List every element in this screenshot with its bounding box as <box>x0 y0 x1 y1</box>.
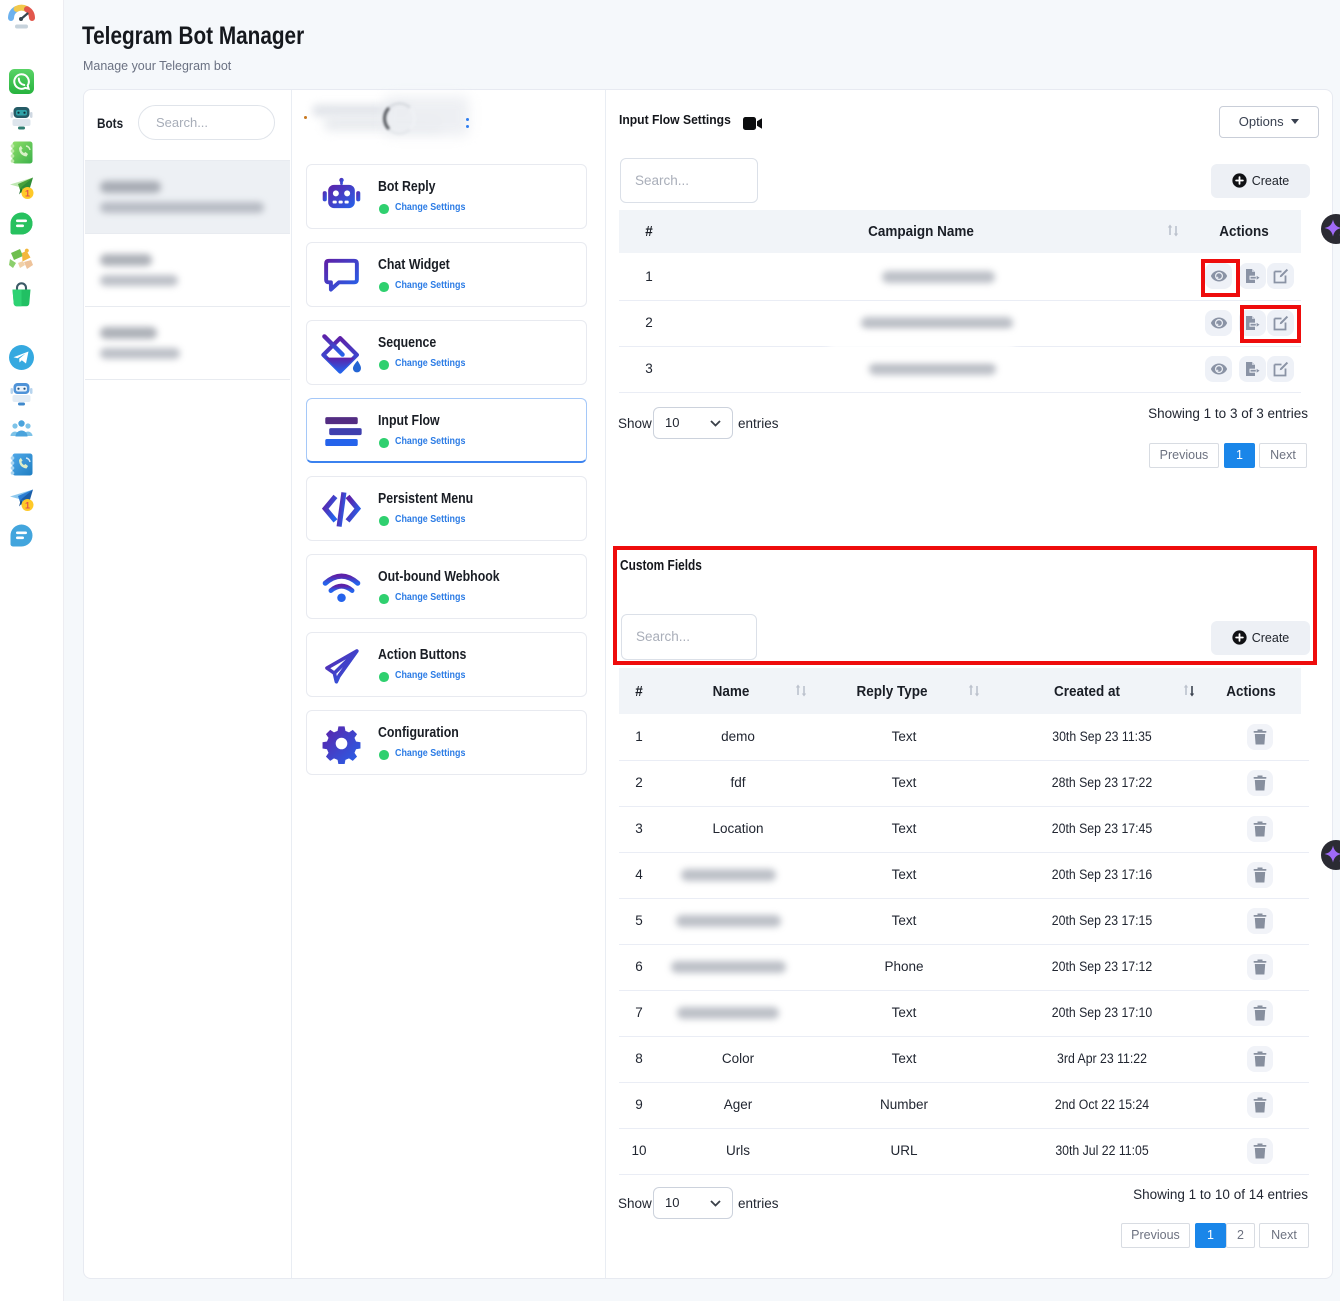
svg-text:1: 1 <box>25 500 30 510</box>
svg-text:1: 1 <box>25 188 30 198</box>
